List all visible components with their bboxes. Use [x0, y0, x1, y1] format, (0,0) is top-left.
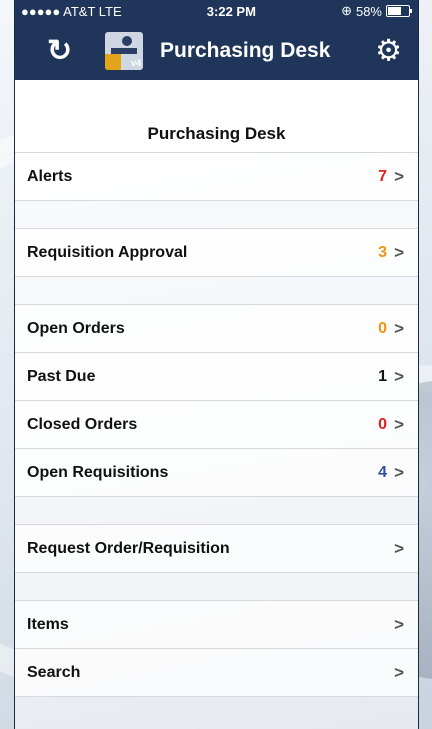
carrier-label: ●●●●● AT&T LTE [21, 3, 122, 19]
menu-item-open-requisitions[interactable]: Open Requisitions 4 > [15, 449, 418, 497]
app-logo: v4 [105, 32, 143, 70]
status-bar: ●●●●● AT&T LTE 3:22 PM ⊕ 58% [15, 0, 418, 22]
menu-item-label: Past Due [27, 367, 96, 385]
gear-icon[interactable]: ⚙ [375, 34, 402, 69]
menu-item-open-orders[interactable]: Open Orders 0 > [15, 305, 418, 353]
menu-item-request-order-requisition[interactable]: Request Order/Requisition > [15, 525, 418, 573]
chevron-right-icon: > [394, 242, 404, 262]
menu-item-items[interactable]: Items > [15, 601, 418, 649]
menu-item-label: Requisition Approval [27, 243, 188, 261]
menu-item-search[interactable]: Search > [15, 649, 418, 697]
menu-list: Purchasing Desk Alerts 7 > Requisition A… [15, 116, 418, 729]
open-requisitions-count-badge: 4 [378, 463, 388, 481]
clock: 3:22 PM [206, 3, 256, 19]
chevron-right-icon: > [394, 462, 404, 482]
requisition-count-badge: 3 [378, 243, 388, 261]
battery-percent: 58% [355, 3, 382, 19]
menu-item-past-due[interactable]: Past Due 1 > [15, 353, 418, 401]
section-title: Purchasing Desk [15, 116, 418, 153]
menu-item-label: Open Requisitions [27, 463, 169, 481]
chevron-right-icon: > [394, 662, 404, 682]
menu-item-label: Alerts [27, 167, 73, 185]
section-spacer [15, 497, 418, 525]
nav-bar: ↻ v4 Purchasing Desk ⚙ [15, 22, 418, 80]
battery-icon [386, 5, 412, 17]
chevron-right-icon: > [394, 414, 404, 434]
chevron-right-icon: > [394, 538, 404, 558]
menu-item-label: Request Order/Requisition [27, 539, 230, 557]
chevron-right-icon: > [394, 166, 404, 186]
menu-item-label: Open Orders [27, 319, 125, 337]
chevron-right-icon: > [394, 366, 404, 386]
chevron-right-icon: > [394, 318, 404, 338]
menu-item-alerts[interactable]: Alerts 7 > [15, 153, 418, 201]
logo-badge-icon [105, 54, 121, 70]
menu-item-label: Items [27, 615, 69, 633]
menu-item-requisition-approval[interactable]: Requisition Approval 3 > [15, 229, 418, 277]
app-screen: ●●●●● AT&T LTE 3:22 PM ⊕ 58% ↻ v4 Purcha… [15, 0, 418, 729]
menu-item-label: Closed Orders [27, 415, 138, 433]
section-spacer [15, 277, 418, 305]
nav-title: Purchasing Desk [160, 39, 331, 62]
logo-figure-icon [122, 36, 132, 46]
location-icon: ⊕ [341, 3, 352, 18]
logo-version: v4 [130, 58, 141, 68]
past-due-count-badge: 1 [378, 367, 388, 385]
section-spacer [15, 573, 418, 601]
alerts-count-badge: 7 [378, 167, 388, 185]
refresh-icon[interactable]: ↻ [47, 34, 72, 69]
open-orders-count-badge: 0 [378, 319, 388, 337]
menu-item-label: Search [27, 663, 81, 681]
menu-item-closed-orders[interactable]: Closed Orders 0 > [15, 401, 418, 449]
closed-orders-count-badge: 0 [378, 415, 388, 433]
chevron-right-icon: > [394, 614, 404, 634]
section-spacer [15, 201, 418, 229]
